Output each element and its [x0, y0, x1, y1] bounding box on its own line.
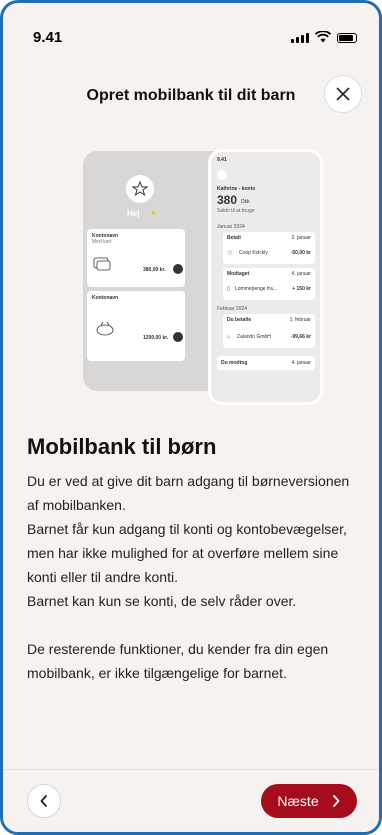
tx2-label: Modtaget: [227, 271, 250, 277]
paragraph-1: Du er ved at give dit barn adgang til bø…: [27, 473, 350, 513]
close-icon: [336, 87, 350, 101]
tx1-label: Betalt: [227, 235, 241, 241]
mock-tx-1: Betalt 2. januar 🛒 Coop Kvickly -50,00 k…: [223, 232, 315, 264]
home-icon: ⌂: [227, 334, 231, 340]
tx1-name: Coop Kvickly: [239, 250, 268, 256]
paragraph-3: Barnet kan kun se konti, de selv råder o…: [27, 593, 297, 609]
wave-icon: ●: [151, 208, 156, 217]
account-card-2: Kontonavn 1290,00 kr.: [87, 291, 185, 361]
content: Mobilbank til børn Du er ved at give dit…: [27, 433, 359, 685]
paragraph-2: Barnet får kun adgang til konti og konto…: [27, 521, 347, 585]
app-screen: 9.41 Opret mobilbank til dit barn Hej ● …: [0, 0, 382, 835]
mock-back-icon: [217, 170, 227, 180]
tx2-date: 4. januar: [291, 271, 311, 277]
mock-time: 9.41: [217, 157, 227, 163]
tx3-label: Du betalte: [227, 317, 252, 323]
card2-arrow-icon: [173, 332, 183, 342]
mock-tx-4: Du modtog 4. januar: [217, 356, 315, 370]
mock-currency: Dkk: [241, 199, 250, 205]
piggy-icon: [96, 321, 114, 336]
tx2-amount: + 150 kr: [292, 286, 311, 292]
avatar: [126, 175, 154, 203]
card2-amount: 1290,00 kr.: [143, 335, 169, 341]
tx3-date: 1. februar: [289, 317, 311, 323]
tx3-amount: -99,66 kr: [290, 334, 311, 340]
next-button-label: Næste: [277, 793, 319, 809]
mock-month-2: Februar 2024: [217, 306, 248, 312]
mock-balance-note: Saldo til at bruge: [217, 208, 255, 214]
footer-bar: Næste: [3, 769, 379, 832]
greeting-text: Hej: [127, 209, 140, 218]
status-bar: 9.41: [3, 3, 379, 63]
tx1-amount: -50,00 kr: [290, 250, 311, 256]
tx4-date: 4. januar: [291, 360, 311, 366]
mock-tx-3: Du betalte 1. februar ⌂ Zalando GmbH -99…: [223, 314, 315, 348]
card-icon: [93, 257, 111, 271]
mock-balance: 380: [217, 193, 238, 207]
right-phone-mock: 9.41 Kathrine - konto 380 Dkk Saldo til …: [208, 149, 323, 405]
document-icon: ▯: [227, 286, 230, 292]
next-button[interactable]: Næste: [261, 784, 357, 818]
card1-sub: Med kort: [92, 239, 112, 245]
card1-amount: 380,00 kr.: [143, 267, 166, 273]
star-avatar-icon: [131, 180, 149, 197]
status-icons: [291, 31, 357, 43]
paragraph-4: De resterende funktioner, du kender fra …: [27, 641, 329, 681]
close-button[interactable]: [324, 75, 362, 113]
card1-arrow-icon: [173, 264, 183, 274]
back-button[interactable]: [27, 784, 61, 818]
wifi-icon: [315, 31, 331, 43]
content-heading: Mobilbank til børn: [27, 434, 217, 459]
illustration: Hej ● Kontonavn Med kort 380,00 kr. Kont…: [3, 133, 379, 418]
account-card-1: Kontonavn Med kort 380,00 kr.: [87, 229, 185, 287]
status-time: 9.41: [33, 29, 63, 46]
tx1-date: 2. januar: [291, 235, 311, 241]
page-title: Opret mobilbank til dit barn: [86, 87, 296, 104]
cart-icon: 🛒: [227, 250, 234, 256]
chevron-right-icon: [332, 795, 340, 807]
card2-title: Kontonavn: [92, 295, 119, 301]
mock-tx-2: Modtaget 4. januar ▯ Lommepenge fra... +…: [223, 268, 315, 300]
battery-icon: [337, 33, 357, 43]
signal-icon: [291, 33, 309, 43]
tx2-name: Lommepenge fra...: [235, 286, 277, 292]
mock-month-1: Januar 2024: [217, 224, 245, 230]
mock-account-title: Kathrine - konto: [217, 186, 256, 192]
chevron-left-icon: [40, 795, 47, 807]
tx3-name: Zalando GmbH: [237, 334, 271, 340]
tx4-label: Du modtog: [221, 360, 248, 366]
